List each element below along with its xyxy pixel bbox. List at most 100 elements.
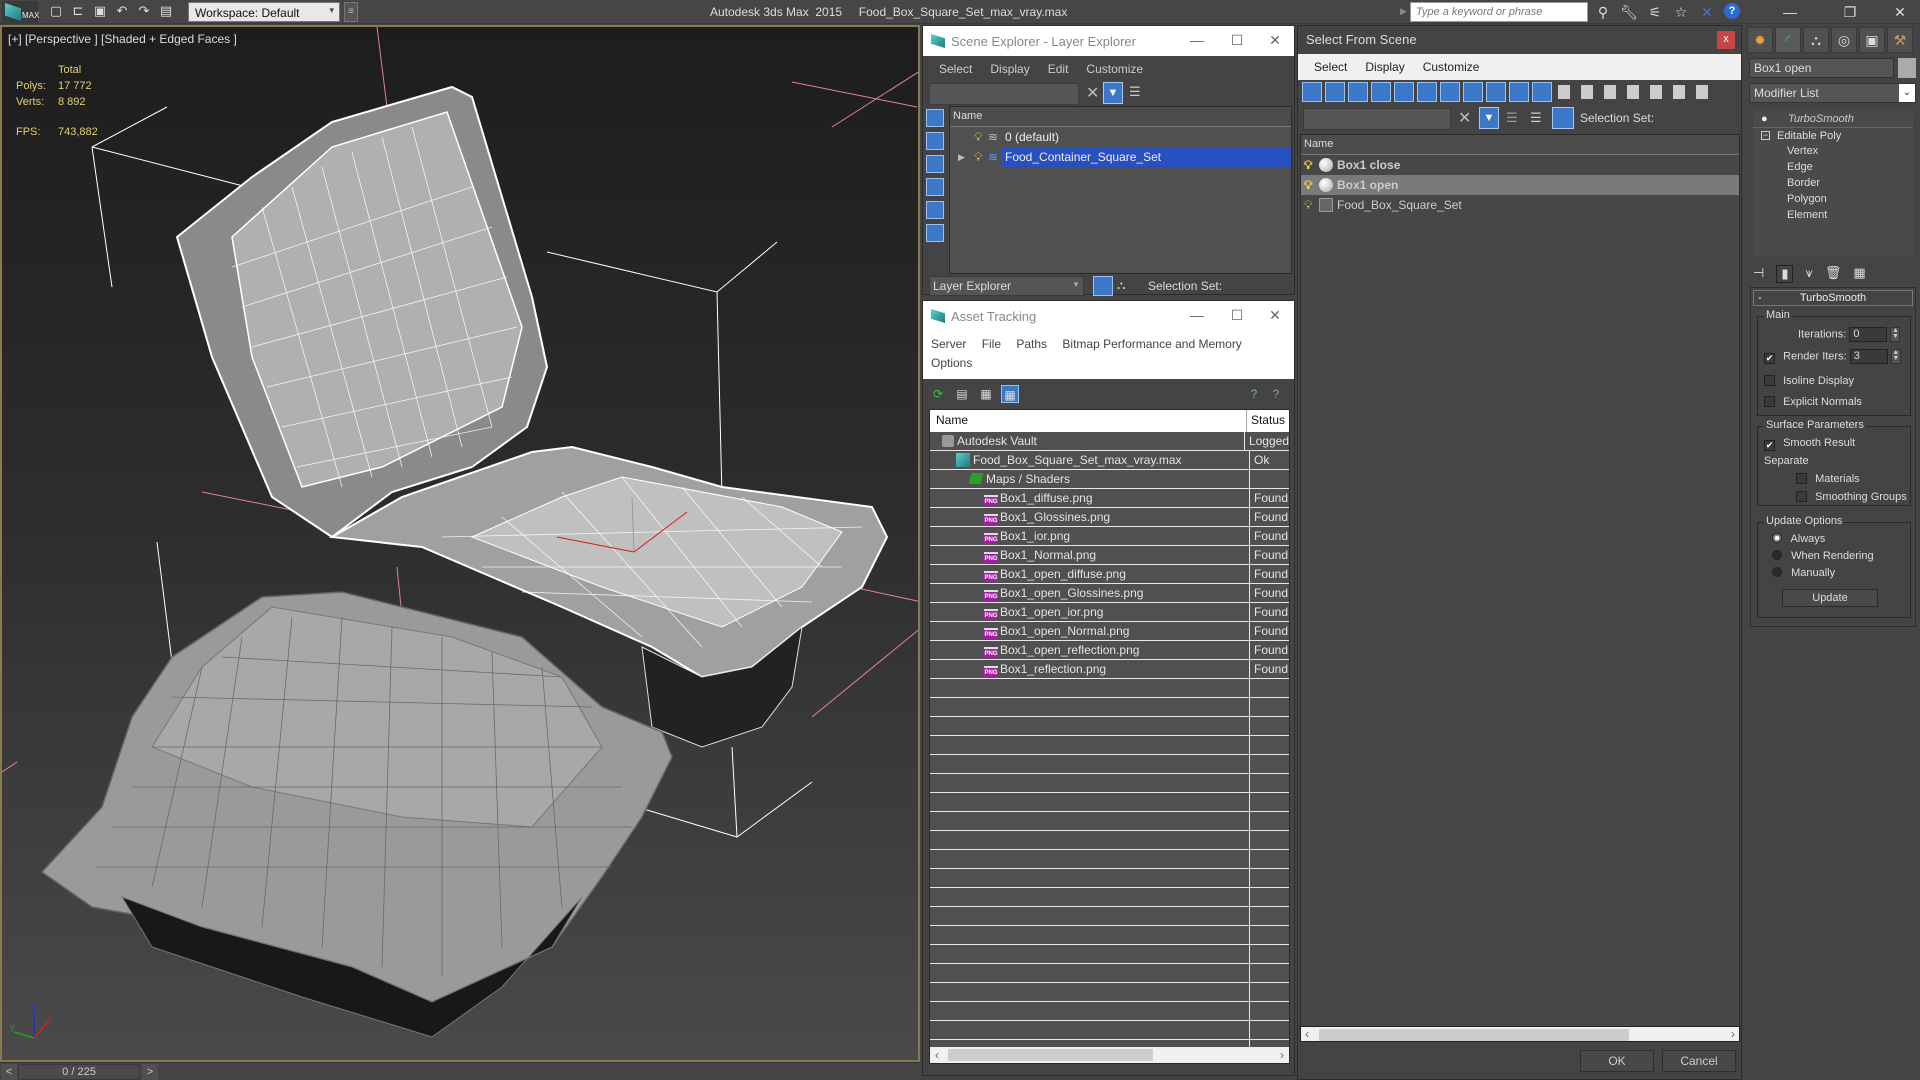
maximize-button[interactable]: ☐ <box>1222 307 1252 324</box>
select-invert-icon[interactable] <box>1624 82 1644 102</box>
collapse-icon[interactable]: − <box>1761 131 1770 140</box>
asset-row[interactable]: Maps / Shaders <box>930 470 1289 489</box>
column-header-name[interactable]: Name <box>950 107 1291 127</box>
subobject-border[interactable]: Border <box>1753 175 1913 191</box>
refresh-icon[interactable]: ⟳ <box>929 385 947 403</box>
create-tab-icon[interactable]: ✸ <box>1747 27 1773 53</box>
horizontal-scrollbar[interactable]: ‹ › <box>1300 1026 1740 1042</box>
modify-tab-icon[interactable]: ◜ <box>1775 27 1801 53</box>
close-button[interactable]: ✕ <box>1260 32 1290 49</box>
close-button[interactable]: ✕ <box>1880 2 1920 22</box>
sort-icon[interactable] <box>1693 82 1713 102</box>
render-iters-checkbox[interactable]: ✔ <box>1764 353 1775 365</box>
object-name-field[interactable]: Box1 open <box>1749 58 1894 78</box>
table-view-icon[interactable]: ▦ <box>1001 385 1019 403</box>
spacewarps-filter-icon[interactable] <box>1417 82 1437 102</box>
geometry-filter-icon[interactable] <box>926 109 944 127</box>
subobject-element[interactable]: Element <box>1753 207 1913 223</box>
visibility-bulb-icon[interactable]: 💡︎ <box>1304 195 1312 215</box>
layer-row[interactable]: 💡︎ ≋ 0 (default) <box>950 127 1291 147</box>
asset-row[interactable]: PNG Box1_open_diffuse.png Found <box>930 565 1289 584</box>
containers-filter-icon[interactable] <box>1509 82 1529 102</box>
menu-bitmap-performance[interactable]: Bitmap Performance and Memory <box>1062 337 1241 351</box>
visibility-bulb-icon[interactable]: 💡︎ <box>1304 175 1312 195</box>
horizontal-scrollbar[interactable]: ‹ › <box>930 1047 1289 1063</box>
scene-object-row[interactable]: 💡︎ Food_Box_Square_Set <box>1301 195 1739 215</box>
help-icon[interactable]: ? <box>1724 3 1740 19</box>
asset-row[interactable]: PNG Box1_ior.png Found <box>930 527 1289 546</box>
display-tab-icon[interactable]: ▣ <box>1859 27 1885 53</box>
column-header-name[interactable]: Name <box>930 410 1247 432</box>
spinner-arrows-icon[interactable]: ▲ ▼ <box>1890 327 1901 342</box>
menu-select[interactable]: Select <box>1314 60 1347 74</box>
layers-disabled-icon[interactable]: ☰ <box>1506 110 1518 126</box>
help-disabled-icon[interactable]: ? <box>1267 385 1285 403</box>
minimize-button[interactable]: — <box>1182 307 1212 323</box>
layer-mode-icon[interactable]: ☰ <box>1530 110 1542 126</box>
minimize-button[interactable]: — <box>1770 2 1810 22</box>
scene-explorer-titlebar[interactable]: Scene Explorer - Layer Explorer — ☐ ✕ <box>923 26 1294 56</box>
scroll-left-icon[interactable]: ‹ <box>1305 1027 1309 1041</box>
select-search-input[interactable] <box>1303 108 1451 130</box>
help-icon[interactable]: ? <box>1245 385 1263 403</box>
time-slider[interactable]: 0 / 225 <box>18 1064 140 1080</box>
scroll-left-icon[interactable]: ‹ <box>935 1047 939 1063</box>
smooth-result-checkbox[interactable]: ✔ <box>1764 440 1775 451</box>
render-iters-spinner[interactable]: 3 <box>1849 349 1888 364</box>
filter-icon[interactable] <box>1647 82 1667 102</box>
layer-row[interactable]: ▶ 💡︎ ≋ Food_Container_Square_Set <box>950 147 1291 167</box>
asset-row[interactable]: PNG Box1_reflection.png Found <box>930 660 1289 679</box>
cancel-button[interactable]: Cancel <box>1662 1050 1736 1072</box>
asset-row[interactable]: Food_Box_Square_Set_max_vray.max Ok <box>930 451 1289 470</box>
menu-customize[interactable]: Customize <box>1086 62 1143 76</box>
utilities-tab-icon[interactable]: ⚒ <box>1887 27 1913 53</box>
menu-server[interactable]: Server <box>931 337 966 351</box>
select-none-icon[interactable] <box>1601 82 1621 102</box>
asset-tracking-titlebar[interactable]: Asset Tracking — ☐ ✕ <box>923 301 1294 331</box>
subobject-polygon[interactable]: Polygon <box>1753 191 1913 207</box>
lights-filter-icon[interactable] <box>926 155 944 173</box>
manually-radio[interactable] <box>1772 567 1782 577</box>
pin-stack-icon[interactable]: ⊣ <box>1753 265 1764 283</box>
tree-view-icon[interactable]: ▦ <box>977 385 995 403</box>
when-rendering-radio[interactable] <box>1772 550 1782 560</box>
satellite-icon[interactable]: ⚟ <box>1646 3 1664 21</box>
remove-modifier-icon[interactable]: 🗑︎ <box>1825 265 1842 283</box>
asset-row[interactable]: PNG Box1_open_ior.png Found <box>930 603 1289 622</box>
stack-item-editable-poly[interactable]: − Editable Poly <box>1753 127 1913 143</box>
hierarchy-mode-icon[interactable] <box>1552 107 1574 129</box>
layer-mode-icon[interactable] <box>1093 276 1113 296</box>
star-icon[interactable]: ☆ <box>1672 3 1690 21</box>
make-unique-icon[interactable]: ⩛ <box>1805 265 1812 283</box>
visibility-bulb-icon[interactable]: 💡︎ <box>1304 155 1312 175</box>
spinner-arrows-icon[interactable]: ▲ ▼ <box>1890 349 1901 364</box>
filter-toggle-icon[interactable]: ▼ <box>1479 107 1499 129</box>
cameras-filter-icon[interactable] <box>1371 82 1391 102</box>
search-expand-icon[interactable]: ▶ <box>1400 6 1407 17</box>
lights-filter-icon[interactable] <box>1348 82 1368 102</box>
viewport-label[interactable]: [+] [Perspective ] [Shaded + Edged Faces… <box>8 32 237 46</box>
app-menu-button[interactable]: MAX <box>2 1 39 23</box>
ok-button[interactable]: OK <box>1580 1050 1654 1072</box>
binoculars-icon[interactable]: ⚲ <box>1594 3 1612 21</box>
restore-button[interactable]: ❐ <box>1830 2 1870 22</box>
scrollbar-thumb[interactable] <box>1319 1029 1629 1041</box>
materials-checkbox[interactable] <box>1796 473 1807 484</box>
shapes-filter-icon[interactable] <box>1325 82 1345 102</box>
maximize-button[interactable]: ☐ <box>1222 32 1252 49</box>
asset-row[interactable]: PNG Box1_diffuse.png Found <box>930 489 1289 508</box>
clear-search-icon[interactable]: ✕ <box>1086 83 1099 103</box>
object-color-swatch[interactable] <box>1898 58 1916 78</box>
show-end-result-icon[interactable]: ▮ <box>1776 265 1794 283</box>
list-view-icon[interactable]: ▤ <box>953 385 971 403</box>
select-all-icon[interactable] <box>1578 82 1598 102</box>
subobject-vertex[interactable]: Vertex <box>1753 143 1913 159</box>
hidden-filter-icon[interactable] <box>1555 82 1575 102</box>
menu-select[interactable]: Select <box>939 62 972 76</box>
asset-row[interactable]: PNG Box1_open_Glossines.png Found <box>930 584 1289 603</box>
previous-frame-button[interactable]: < <box>1 1064 17 1080</box>
column-header-status[interactable]: Status <box>1247 410 1289 432</box>
asset-row[interactable]: PNG Box1_Normal.png Found <box>930 546 1289 565</box>
bones-filter-icon[interactable] <box>1486 82 1506 102</box>
column-header-name[interactable]: Name <box>1301 135 1739 155</box>
